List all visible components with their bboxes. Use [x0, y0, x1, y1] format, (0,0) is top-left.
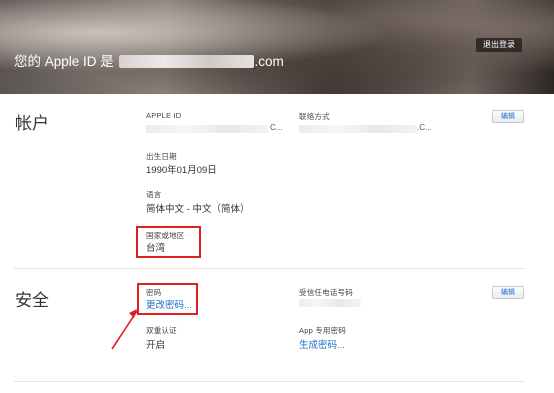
generate-password-link[interactable]: 生成密码... — [299, 337, 345, 351]
security-edit-button[interactable]: 编辑 — [492, 286, 524, 299]
section-divider — [14, 268, 525, 269]
apple-id-heading: 您的 Apple ID 是 .com — [14, 50, 284, 70]
security-section-title: 安全 — [15, 291, 49, 310]
redacted-phone — [299, 299, 361, 307]
apple-id-label: APPLE ID — [146, 111, 182, 120]
bottom-divider — [14, 381, 525, 382]
profile-banner: 您的 Apple ID 是 .com 退出登录 — [0, 0, 554, 94]
sign-out-button[interactable]: 退出登录 — [476, 38, 522, 52]
region-value: 台湾 — [146, 243, 166, 254]
apple-id-prefix: 您的 Apple ID 是 — [14, 54, 114, 69]
account-section-title: 帐户 — [15, 114, 49, 133]
birthday-label: 出生日期 — [146, 152, 177, 161]
two-factor-label: 双重认证 — [146, 326, 177, 335]
contact-tail: .C... — [417, 123, 432, 132]
language-label: 语言 — [146, 190, 162, 199]
trusted-phone-label: 受信任电话号码 — [299, 288, 353, 297]
birthday-value: 1990年01月09日 — [146, 165, 217, 176]
app-password-label: App 专用密码 — [299, 326, 347, 335]
two-factor-value: 开启 — [146, 340, 166, 351]
redacted-apple-id — [146, 125, 268, 133]
redacted-contact — [299, 125, 417, 133]
contact-label: 联络方式 — [299, 112, 330, 121]
redacted-email — [118, 55, 254, 68]
apple-id-suffix: .com — [254, 54, 284, 69]
change-password-link[interactable]: 更改密码... — [146, 297, 192, 311]
apple-id-tail: C... — [270, 123, 283, 132]
account-edit-button[interactable]: 编辑 — [492, 110, 524, 123]
language-value: 简体中文 - 中文（简体） — [146, 204, 250, 215]
